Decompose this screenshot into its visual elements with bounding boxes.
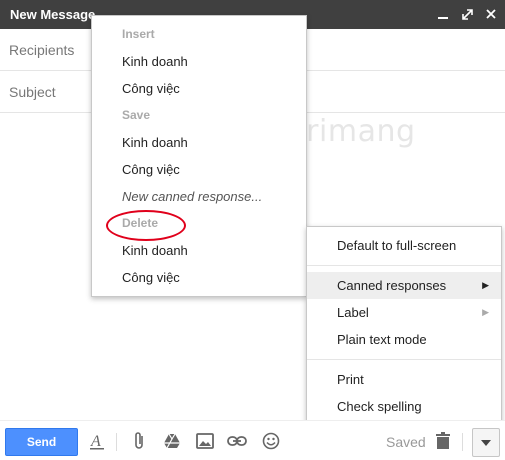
emoji-icon[interactable] xyxy=(260,430,282,452)
minimize-icon[interactable] xyxy=(434,4,452,24)
save-item-cong-viec[interactable]: Công việc xyxy=(92,156,306,183)
formatting-icon[interactable]: A xyxy=(86,430,108,452)
close-icon[interactable] xyxy=(482,4,500,24)
discard-trash-icon[interactable] xyxy=(432,430,454,452)
new-canned-response[interactable]: New canned response... xyxy=(92,183,306,210)
submenu-arrow-icon: ▶ xyxy=(482,307,489,317)
more-options-menu: Default to full-screen Canned responses … xyxy=(306,226,502,425)
send-button[interactable]: Send xyxy=(5,428,78,456)
label-label: Label xyxy=(337,305,369,320)
window-title: New Message xyxy=(10,7,96,22)
canned-responses-submenu: Insert Kinh doanh Công việc Save Kinh do… xyxy=(91,15,307,297)
label-item[interactable]: Label ▶ xyxy=(307,299,501,326)
more-options-button[interactable] xyxy=(472,428,500,457)
insert-item-kinh-doanh[interactable]: Kinh doanh xyxy=(92,48,306,75)
annotation-ellipse xyxy=(106,210,186,241)
insert-link-icon[interactable] xyxy=(226,430,248,452)
saved-status: Saved xyxy=(386,434,426,450)
print-item[interactable]: Print xyxy=(307,366,501,393)
attach-icon[interactable] xyxy=(128,430,150,452)
insert-photo-icon[interactable] xyxy=(194,430,216,452)
insert-header: Insert xyxy=(122,27,155,41)
plain-text-mode-item[interactable]: Plain text mode xyxy=(307,326,501,353)
canned-responses-item[interactable]: Canned responses ▶ xyxy=(307,272,501,299)
insert-item-cong-viec[interactable]: Công việc xyxy=(92,75,306,102)
default-fullscreen-item[interactable]: Default to full-screen xyxy=(307,232,501,259)
submenu-arrow-icon: ▶ xyxy=(482,280,489,290)
toolbar-separator xyxy=(462,433,463,451)
chevron-down-icon xyxy=(481,439,491,446)
svg-text:A: A xyxy=(90,433,101,450)
toolbar-separator xyxy=(116,433,117,451)
expand-icon[interactable] xyxy=(458,4,476,24)
subject-label: Subject xyxy=(9,84,56,100)
canned-responses-label: Canned responses xyxy=(337,278,447,293)
recipients-label: Recipients xyxy=(9,42,75,58)
save-item-kinh-doanh[interactable]: Kinh doanh xyxy=(92,129,306,156)
delete-item-cong-viec[interactable]: Công việc xyxy=(92,264,306,291)
delete-item-kinh-doanh[interactable]: Kinh doanh xyxy=(92,237,306,264)
check-spelling-item[interactable]: Check spelling xyxy=(307,393,501,420)
menu-divider xyxy=(307,265,501,266)
save-header: Save xyxy=(122,108,151,122)
drive-icon[interactable] xyxy=(161,430,183,452)
compose-toolbar: Send A Saved xyxy=(0,420,505,460)
menu-divider xyxy=(307,359,501,360)
